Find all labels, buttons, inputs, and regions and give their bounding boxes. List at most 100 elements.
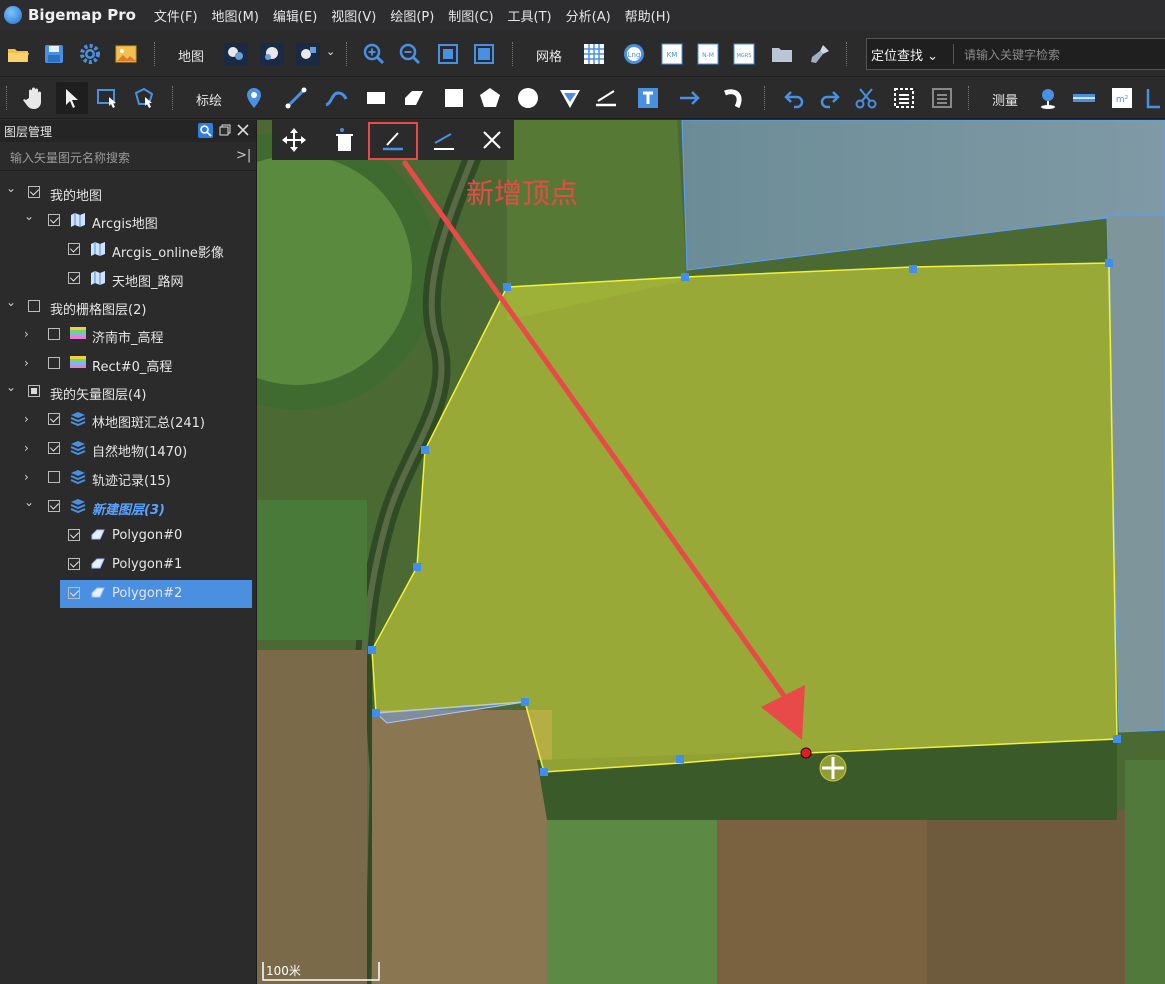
zoom-in-icon[interactable] [360, 40, 388, 68]
layer-checkbox[interactable] [48, 471, 60, 483]
collapse-panel-icon[interactable]: >| [236, 148, 251, 163]
layer-item-my-map[interactable]: ⌄ 我的地图 [0, 179, 252, 207]
layer-checkbox[interactable] [48, 413, 60, 425]
list-icon[interactable] [928, 84, 956, 112]
zoom-out-icon[interactable] [396, 40, 424, 68]
settings-gear-icon[interactable] [76, 40, 104, 68]
layer-item-jinan-elevation[interactable]: › 济南市_高程 [0, 321, 252, 349]
clear-brush-icon[interactable] [806, 40, 834, 68]
layer-checkbox[interactable] [68, 558, 80, 570]
layer-search-input[interactable]: 输入矢量图元名称搜索 [10, 149, 130, 166]
circle-icon[interactable] [514, 84, 542, 112]
float-panel-icon[interactable] [219, 124, 231, 136]
save-icon[interactable] [40, 40, 68, 68]
layer-item-arcgis-map[interactable]: ⌄ Arcgis地图 [0, 207, 252, 235]
delete-vertex-icon[interactable] [330, 126, 358, 154]
layer-item-arcgis-online-imagery[interactable]: Arcgis_online影像 [0, 236, 252, 264]
polygon-select-icon[interactable] [130, 84, 158, 112]
satellite-map-icon[interactable] [222, 40, 250, 68]
menu-file[interactable]: 文件(F) [154, 6, 198, 25]
curved-arrow-icon[interactable] [720, 84, 748, 112]
chevron-down-icon[interactable]: ⌄ [6, 181, 18, 195]
new-vertex-marker[interactable] [800, 747, 812, 759]
measure-distance-icon[interactable] [1070, 84, 1098, 112]
chevron-right-icon[interactable]: › [24, 470, 36, 484]
layer-item-track-records[interactable]: › 轨迹记录(15) [0, 464, 252, 492]
folder-icon[interactable] [768, 40, 796, 68]
layer-checkbox[interactable] [68, 243, 80, 255]
satellite-map2-icon[interactable] [258, 40, 286, 68]
grid-nm-icon[interactable]: N-M [694, 40, 722, 68]
menu-analysis[interactable]: 分析(A) [566, 6, 611, 25]
layer-checkbox[interactable] [28, 300, 40, 312]
satellite-map3-icon[interactable] [294, 40, 322, 68]
layer-item-polygon-2[interactable]: Polygon#2 [60, 580, 252, 608]
chevron-down-icon[interactable]: ⌄ [6, 295, 18, 309]
image-icon[interactable] [112, 40, 140, 68]
menu-cartography[interactable]: 制图(C) [448, 6, 493, 25]
full-extent-icon[interactable] [470, 40, 498, 68]
undo-icon[interactable] [780, 84, 808, 112]
chevron-down-icon[interactable]: ⌄ [326, 45, 335, 58]
layer-checkbox[interactable] [28, 186, 40, 198]
add-vertex-icon[interactable] [379, 126, 407, 154]
layer-checkbox[interactable] [48, 328, 60, 340]
layer-item-forest-patches[interactable]: › 林地图斑汇总(241) [0, 406, 252, 434]
chevron-right-icon[interactable]: › [24, 441, 36, 455]
layer-checkbox[interactable] [68, 529, 80, 541]
rectangle-icon[interactable] [362, 84, 390, 112]
pan-hand-icon[interactable] [20, 84, 48, 112]
layer-checkbox[interactable] [48, 500, 60, 512]
chevron-down-icon[interactable]: ⌄ [24, 209, 36, 223]
arrow-right-icon[interactable] [676, 84, 704, 112]
layer-item-rect0-elevation[interactable]: › Rect#0_高程 [0, 350, 252, 378]
menu-view[interactable]: 视图(V) [331, 6, 376, 25]
menu-map[interactable]: 地图(M) [212, 6, 259, 25]
attribute-table-icon[interactable] [890, 84, 918, 112]
search-input[interactable]: 请输入关键字检索 [964, 46, 1060, 63]
edit-line-icon[interactable] [430, 126, 458, 154]
layer-checkbox[interactable] [48, 214, 60, 226]
menu-help[interactable]: 帮助(H) [625, 6, 671, 25]
layer-checkbox[interactable] [68, 587, 80, 599]
select-arrow-icon[interactable] [56, 82, 88, 114]
text-tool-icon[interactable] [634, 84, 662, 112]
open-folder-icon[interactable] [4, 40, 32, 68]
chevron-right-icon[interactable]: › [24, 412, 36, 426]
polygon-draw-icon[interactable] [400, 84, 428, 112]
close-edit-icon[interactable] [478, 126, 506, 154]
scissors-icon[interactable] [852, 84, 880, 112]
layer-item-my-vector-layers[interactable]: ⌄ 我的矢量图层(4) [0, 378, 252, 406]
layer-checkbox[interactable] [68, 272, 80, 284]
close-icon[interactable] [236, 123, 250, 137]
line-icon[interactable] [282, 84, 310, 112]
measure-angle2-icon[interactable] [1144, 84, 1162, 112]
box-select-icon[interactable] [94, 84, 122, 112]
chevron-down-icon[interactable]: ⌄ [6, 380, 18, 394]
layer-checkbox[interactable] [48, 357, 60, 369]
layer-item-tianditu-roads[interactable]: 天地图_路网 [0, 265, 252, 293]
measure-area-icon[interactable]: m² [1108, 84, 1136, 112]
chevron-right-icon[interactable]: › [24, 327, 36, 341]
grid-icon[interactable] [580, 40, 608, 68]
redo-icon[interactable] [816, 84, 844, 112]
grid-mgrs-icon[interactable]: MGRS [730, 40, 758, 68]
curve-icon[interactable] [322, 84, 350, 112]
grid-lng-icon[interactable]: Lng [620, 40, 648, 68]
menu-draw[interactable]: 绘图(P) [390, 6, 434, 25]
zoom-extent-icon[interactable] [434, 40, 462, 68]
layer-search[interactable]: 输入矢量图元名称搜索 >| [0, 144, 256, 171]
map-canvas[interactable]: 新增顶点 [257, 120, 1165, 984]
layer-item-natural-features[interactable]: › 自然地物(1470) [0, 435, 252, 463]
layer-checkbox[interactable] [28, 385, 40, 397]
search-mode-select[interactable]: 定位查找 ⌄ [871, 45, 938, 64]
grid-km-icon[interactable]: KM [658, 40, 686, 68]
layer-item-new-layer[interactable]: ⌄ 新建图层(3) [0, 493, 252, 521]
pentagon-icon[interactable] [476, 84, 504, 112]
menu-edit[interactable]: 编辑(E) [273, 6, 317, 25]
location-pin-icon[interactable] [1034, 84, 1062, 112]
measure-angle-icon[interactable] [592, 84, 620, 112]
sector-icon[interactable] [556, 84, 584, 112]
layer-item-my-raster-layers[interactable]: ⌄ 我的栅格图层(2) [0, 293, 252, 321]
menu-tools[interactable]: 工具(T) [508, 6, 552, 25]
